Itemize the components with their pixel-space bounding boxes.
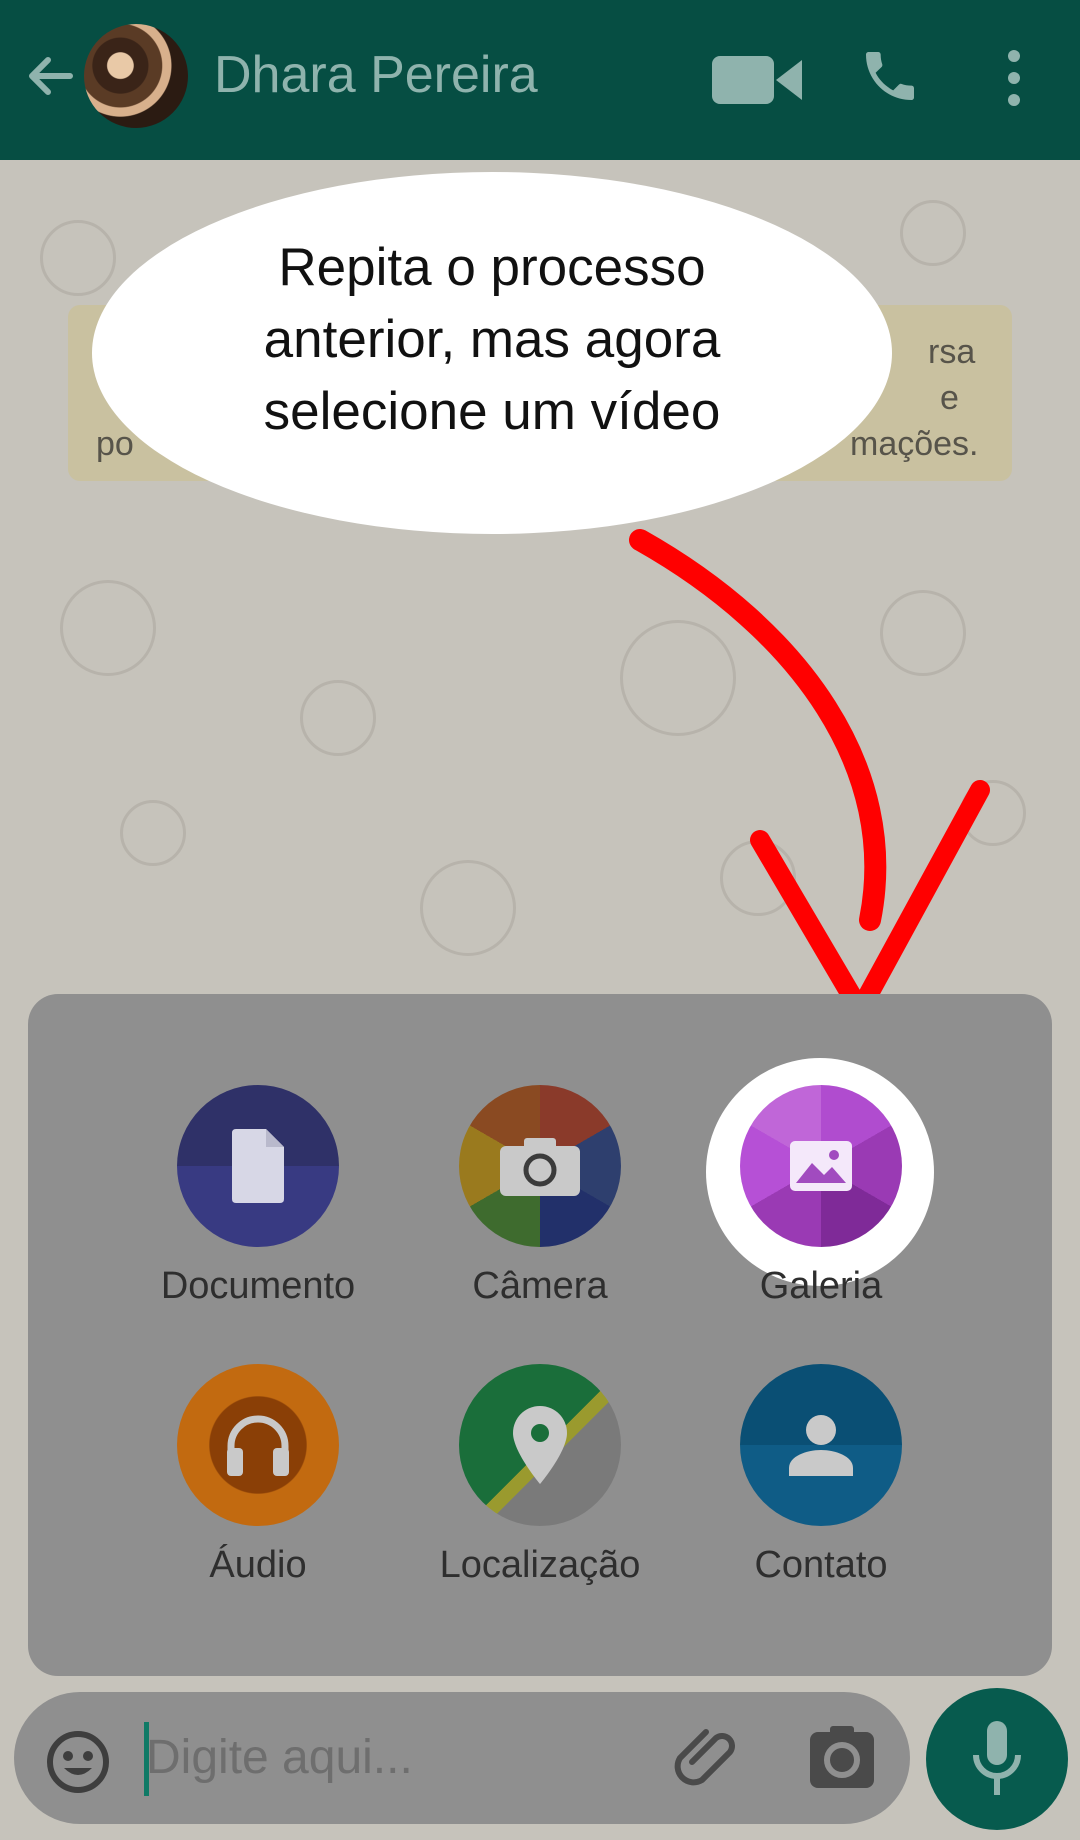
- callout-line: selecione um vídeo: [263, 382, 721, 441]
- gallery-icon: [740, 1085, 902, 1247]
- attach-document-button[interactable]: Documento: [148, 1085, 368, 1308]
- attach-label: Contato: [754, 1544, 888, 1586]
- attach-gallery-button[interactable]: Galeria: [711, 1085, 931, 1308]
- encryption-notice-fragment: e: [940, 379, 959, 417]
- document-icon: [177, 1085, 339, 1247]
- video-camera-icon[interactable]: [710, 52, 806, 108]
- emoji-icon[interactable]: [46, 1730, 110, 1794]
- chat-header: Dhara Pereira: [0, 0, 1080, 160]
- contact-name[interactable]: Dhara Pereira: [214, 45, 538, 105]
- camera-icon: [459, 1085, 621, 1247]
- attach-camera-button[interactable]: Câmera: [430, 1085, 650, 1308]
- more-vert-icon[interactable]: [1000, 48, 1028, 108]
- attach-label: Câmera: [472, 1265, 608, 1307]
- paperclip-icon[interactable]: [672, 1722, 742, 1792]
- headphones-icon: [177, 1364, 339, 1526]
- callout-line: Repita o processo: [278, 238, 706, 297]
- message-input[interactable]: Digite aqui...: [146, 1730, 413, 1785]
- location-pin-icon: [459, 1364, 621, 1526]
- attach-label: Áudio: [209, 1544, 307, 1586]
- encryption-notice-fragment: rsa: [928, 333, 976, 371]
- microphone-icon: [973, 1721, 1021, 1795]
- attach-label: Localização: [439, 1544, 641, 1586]
- phone-icon[interactable]: [858, 44, 922, 108]
- attach-label: Documento: [160, 1265, 356, 1307]
- attach-audio-button[interactable]: Áudio: [148, 1364, 368, 1587]
- red-arrow-annotation: [629, 529, 990, 1020]
- attach-location-button[interactable]: Localização: [430, 1364, 650, 1587]
- avatar[interactable]: [84, 24, 188, 128]
- callout-line: anterior, mas agora: [263, 310, 721, 369]
- camera-icon[interactable]: [810, 1726, 874, 1788]
- person-icon: [740, 1364, 902, 1526]
- attach-label: Galeria: [759, 1265, 883, 1307]
- callout-text: Repita o processo anterior, mas agora se…: [92, 232, 892, 448]
- microphone-button[interactable]: [926, 1688, 1068, 1830]
- attach-contact-button[interactable]: Contato: [711, 1364, 931, 1587]
- arrow-left-icon[interactable]: [20, 46, 80, 106]
